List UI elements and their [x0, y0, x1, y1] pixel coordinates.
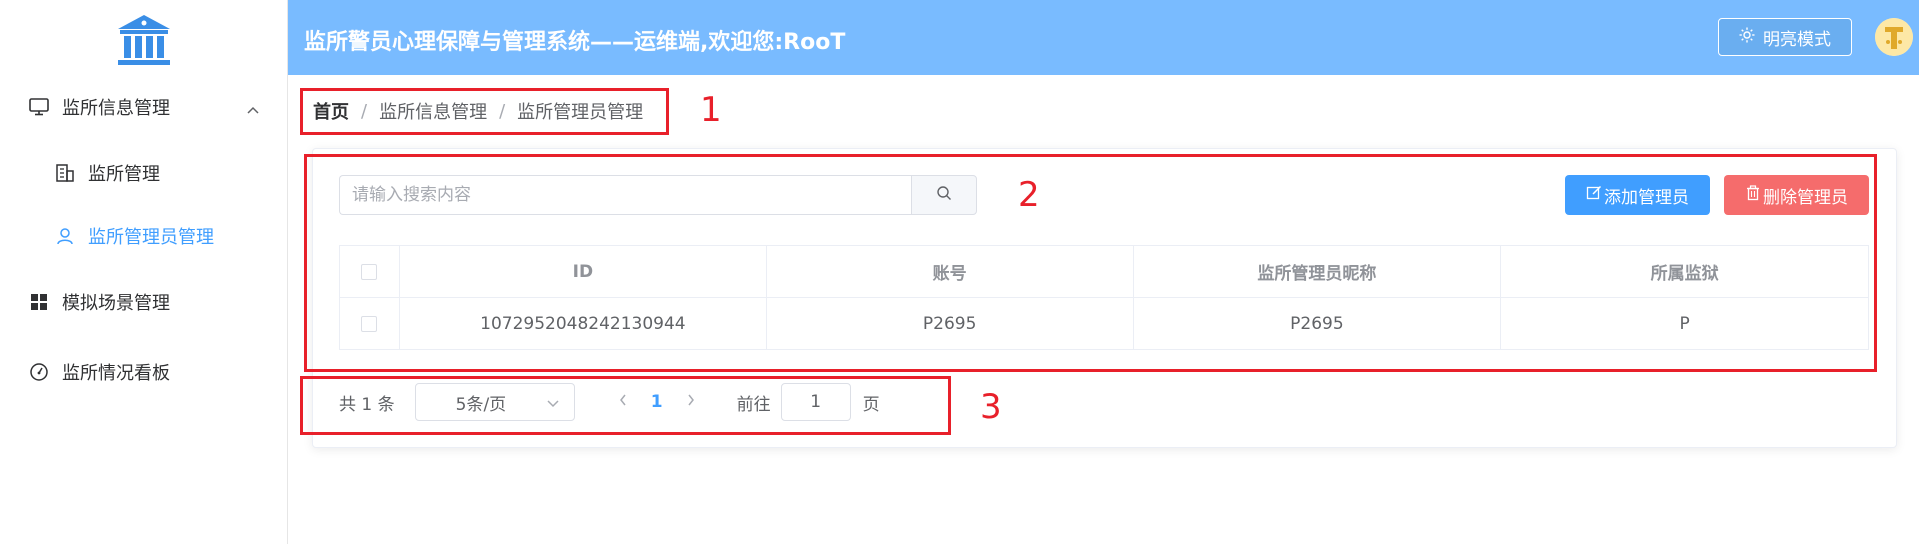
building-icon: [54, 162, 76, 184]
sidebar: 监所信息管理 监所管理 监所管理员管理 模拟场景管理 监所情况看板: [0, 0, 288, 544]
sidebar-item-label: 监所管理: [88, 164, 160, 185]
user-icon: [54, 225, 76, 247]
annotation-box-1: [300, 88, 669, 135]
annotation-label-2: 2: [1018, 175, 1040, 215]
sidebar-item-label: 监所信息管理: [62, 98, 170, 119]
sidebar-item-label: 模拟场景管理: [62, 293, 170, 314]
monitor-icon: [28, 96, 50, 118]
sidebar-item-scene-manage[interactable]: 模拟场景管理: [0, 277, 288, 327]
institution-logo-icon: [116, 13, 172, 67]
light-mode-button[interactable]: 明亮模式: [1718, 18, 1852, 56]
annotation-box-2: [304, 154, 1877, 372]
light-mode-label: 明亮模式: [1763, 29, 1831, 50]
app-root: 监所信息管理 监所管理 监所管理员管理 模拟场景管理 监所情况看板 监所警员心理…: [0, 0, 1919, 544]
avatar[interactable]: [1875, 18, 1913, 56]
annotation-box-3: [300, 376, 951, 435]
grid-icon: [28, 291, 50, 313]
sidebar-item-prison-info[interactable]: 监所信息管理: [0, 82, 288, 132]
sun-icon: [1739, 27, 1755, 48]
top-header: 监所警员心理保障与管理系统——运维端,欢迎您:RooT 明亮模式: [288, 0, 1919, 75]
gauge-icon: [28, 361, 50, 383]
app-title: 监所警员心理保障与管理系统——运维端,欢迎您:RooT: [304, 30, 846, 55]
sidebar-item-label: 监所管理员管理: [88, 227, 214, 248]
sidebar-item-admin-manage[interactable]: 监所管理员管理: [0, 211, 288, 261]
sidebar-item-label: 监所情况看板: [62, 363, 170, 384]
sidebar-item-prison-manage[interactable]: 监所管理: [0, 148, 288, 198]
sidebar-item-dashboard[interactable]: 监所情况看板: [0, 347, 288, 397]
annotation-label-1: 1: [700, 90, 722, 130]
annotation-label-3: 3: [980, 387, 1002, 427]
chevron-up-icon: [246, 99, 260, 120]
